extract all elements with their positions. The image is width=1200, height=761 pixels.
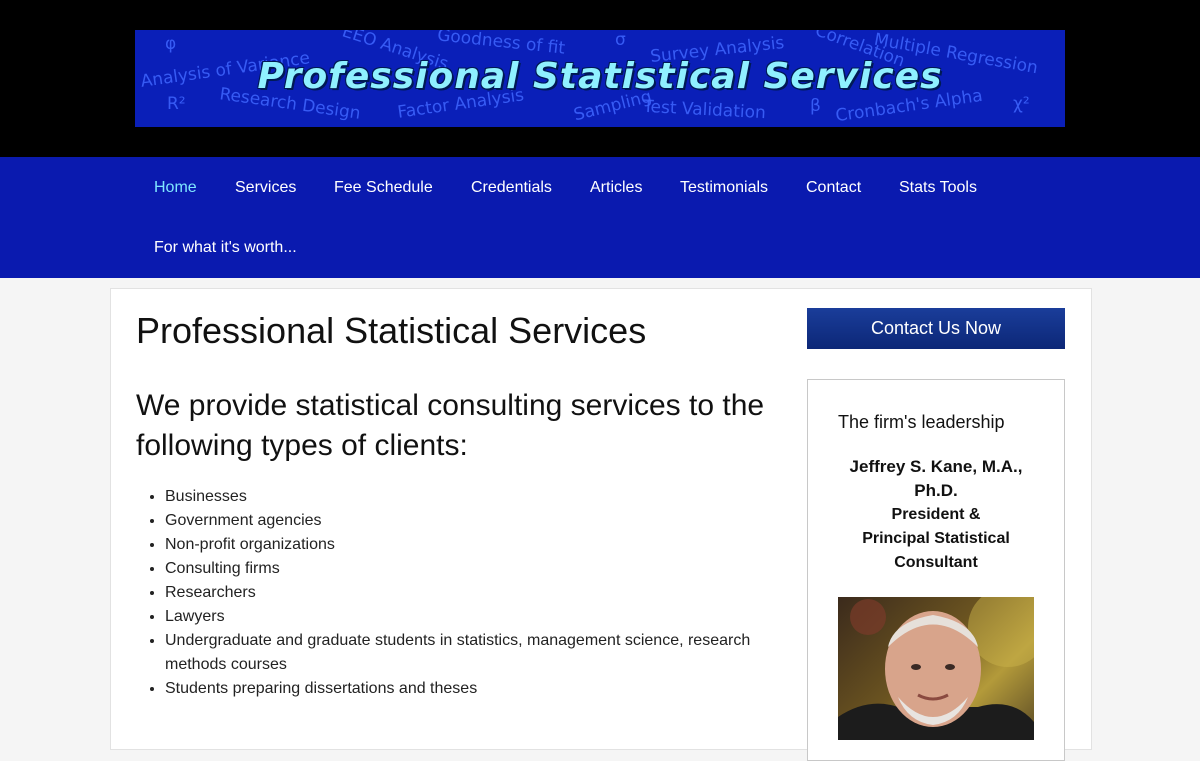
portrait-image xyxy=(838,597,1034,740)
site-banner[interactable]: Analysis of Variance EEO Analysis Goodne… xyxy=(135,30,1065,127)
nav-services[interactable]: Services xyxy=(235,179,296,197)
list-item: Government agencies xyxy=(165,509,805,533)
list-item: Businesses xyxy=(165,485,805,509)
r-squared-symbol: R² xyxy=(167,94,186,114)
nav-home[interactable]: Home xyxy=(154,179,197,197)
leader-role: President & xyxy=(891,506,981,523)
leader-info: Jeffrey S. Kane, M.A., Ph.D. President &… xyxy=(838,455,1034,575)
nav-for-what-its-worth[interactable]: For what it's worth... xyxy=(154,239,297,257)
contact-us-button[interactable]: Contact Us Now xyxy=(807,308,1065,349)
list-item: Researchers xyxy=(165,581,805,605)
sigma-symbol: σ xyxy=(615,30,626,50)
banner-term: Test Validation xyxy=(642,96,767,124)
main-nav: Home Services Fee Schedule Credentials A… xyxy=(0,157,1200,278)
list-item: Undergraduate and graduate students in s… xyxy=(165,629,805,677)
list-item: Students preparing dissertations and the… xyxy=(165,677,805,701)
leadership-heading: The firm's leadership xyxy=(838,412,1005,432)
nav-fee-schedule[interactable]: Fee Schedule xyxy=(334,179,433,197)
nav-stats-tools[interactable]: Stats Tools xyxy=(899,179,977,197)
list-item: Non-profit organizations xyxy=(165,533,805,557)
leader-name: Jeffrey S. Kane, M.A., Ph.D. xyxy=(849,457,1023,500)
list-item: Lawyers xyxy=(165,605,805,629)
intro-heading: We provide statistical consulting servic… xyxy=(136,389,765,462)
phi-symbol: φ xyxy=(165,34,177,54)
nav-testimonials[interactable]: Testimonials xyxy=(680,179,768,197)
beta-symbol: β xyxy=(810,96,821,116)
banner-title: Professional Statistical Services xyxy=(257,56,943,97)
leader-role: Principal Statistical Consultant xyxy=(862,530,1010,571)
client-list: Businesses Government agencies Non-profi… xyxy=(136,485,805,701)
page-title: Professional Statistical Services xyxy=(136,310,647,351)
chi-squared-symbol: χ² xyxy=(1013,94,1030,114)
nav-articles[interactable]: Articles xyxy=(590,179,642,197)
list-item: Consulting firms xyxy=(165,557,805,581)
nav-contact[interactable]: Contact xyxy=(806,179,861,197)
nav-credentials[interactable]: Credentials xyxy=(471,179,552,197)
leader-photo xyxy=(838,597,1034,740)
banner-term: Goodness of fit xyxy=(436,30,566,59)
